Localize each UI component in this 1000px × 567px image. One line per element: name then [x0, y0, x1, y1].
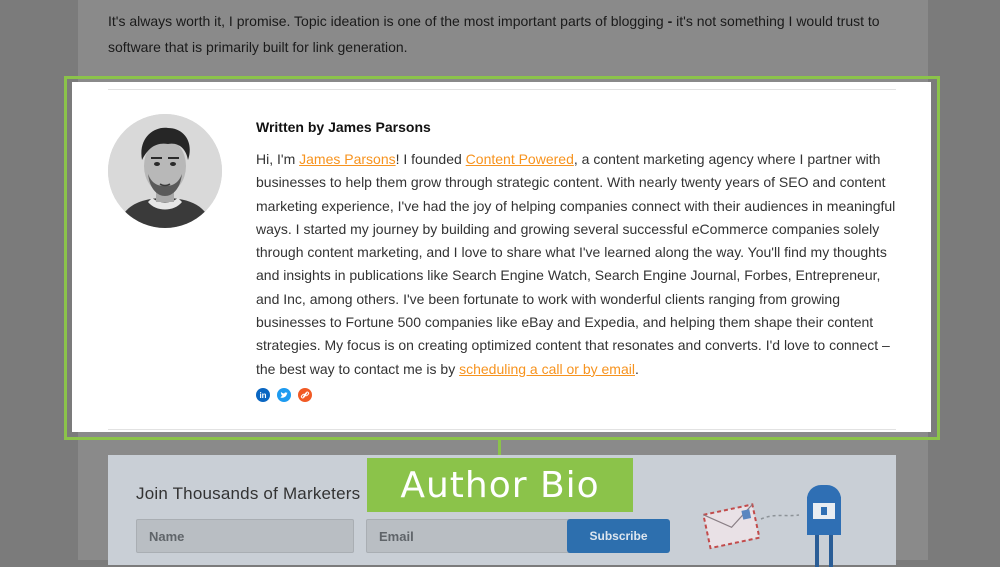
website-link-icon[interactable] — [298, 388, 312, 402]
envelope-icon — [703, 503, 761, 550]
bio-text-part-3: , a content marketing agency where I par… — [256, 151, 896, 377]
twitter-icon[interactable] — [277, 388, 291, 402]
divider-bottom — [108, 429, 896, 430]
bio-text-part-1: Hi, I'm — [256, 151, 300, 167]
intro-text-1: It's always worth it, I promise. Topic i… — [108, 13, 668, 29]
author-bio-title: Written by James Parsons — [256, 119, 431, 135]
bio-text-part-4: . — [634, 360, 639, 377]
author-social-links: in — [256, 388, 312, 402]
bio-text-part-2: ! I founded — [395, 151, 466, 167]
intro-paragraph: It's always worth it, I promise. Topic i… — [108, 8, 908, 60]
mailbox-illustration — [703, 485, 841, 567]
subscribe-button[interactable]: Subscribe — [567, 519, 670, 553]
author-avatar — [108, 114, 222, 228]
company-link[interactable]: Content Powered — [466, 151, 574, 167]
divider-top — [108, 89, 896, 90]
author-bio-box: Written by James Parsons Hi, I'm James P… — [72, 82, 931, 432]
linkedin-icon[interactable]: in — [256, 388, 270, 402]
annotation-label: Author Bio — [367, 458, 633, 512]
mailbox-icon — [807, 485, 841, 567]
newsletter-email-input[interactable] — [366, 519, 571, 553]
author-bio-text: Hi, I'm James Parsons! I founded Content… — [256, 148, 901, 381]
newsletter-title: Join Thousands of Marketers — [136, 484, 361, 503]
author-name-link[interactable]: James Parsons — [299, 151, 395, 167]
newsletter-name-input[interactable] — [136, 519, 354, 553]
contact-link[interactable]: scheduling a call or by email — [459, 361, 635, 377]
svg-text:in: in — [259, 391, 266, 400]
